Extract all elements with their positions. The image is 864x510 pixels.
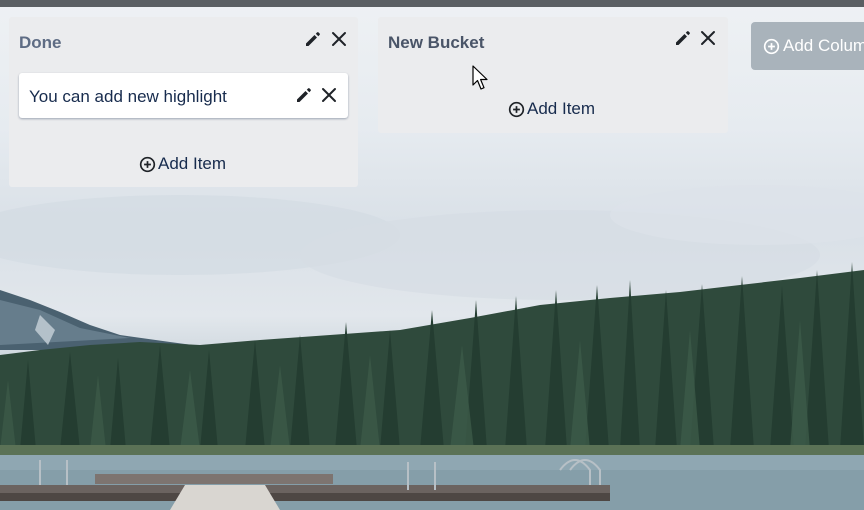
- column-new-bucket: New Bucket Add Item: [378, 17, 728, 133]
- card-text: You can add new highlight: [29, 87, 227, 106]
- plus-circle-icon: [139, 156, 156, 172]
- add-item-label: Add Item: [158, 154, 227, 173]
- mouse-pointer-icon: [472, 65, 488, 90]
- column-title: New Bucket: [388, 33, 485, 52]
- add-column-button[interactable]: Add Colum: [751, 22, 864, 70]
- card[interactable]: You can add new highlight: [19, 73, 348, 118]
- add-item-button[interactable]: Add Item: [508, 99, 595, 119]
- column-title: Done: [19, 33, 62, 52]
- pencil-icon[interactable]: [673, 28, 693, 48]
- add-item-label: Add Item: [527, 99, 596, 118]
- window-top-border: [0, 0, 864, 7]
- close-icon[interactable]: [329, 29, 349, 49]
- add-item-button[interactable]: Add Item: [139, 154, 226, 174]
- close-icon[interactable]: [319, 85, 339, 105]
- plus-circle-icon: [763, 38, 780, 54]
- column-done: Done You can add new highlight Add Item: [9, 17, 358, 187]
- pencil-icon[interactable]: [303, 29, 323, 49]
- plus-circle-icon: [508, 101, 525, 117]
- pencil-icon[interactable]: [294, 85, 314, 105]
- add-column-label: Add Colum: [783, 36, 864, 55]
- close-icon[interactable]: [698, 28, 718, 48]
